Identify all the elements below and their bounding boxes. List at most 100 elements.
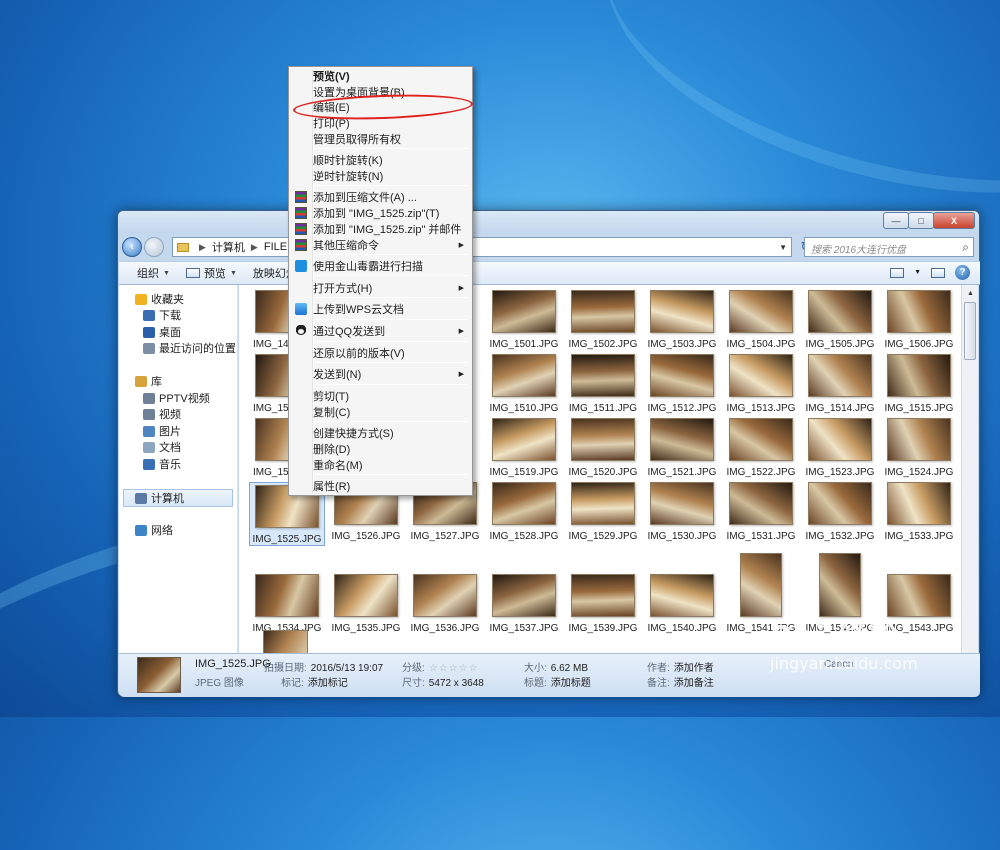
context-menu-item[interactable]: 预览(V) — [291, 68, 470, 84]
organize-button[interactable]: 组织 ▼ — [137, 265, 170, 281]
context-menu-item[interactable]: 上传到WPS云文档 — [291, 301, 470, 317]
details-author[interactable]: 添加作者 — [674, 663, 714, 674]
file-thumbnail[interactable]: IMG_1543.JPG — [881, 553, 957, 634]
file-thumbnail[interactable]: IMG_1511.JPG — [565, 354, 641, 414]
context-menu-label: 顺时针旋转(K) — [313, 155, 383, 167]
context-menu-item[interactable]: 重命名(M) — [291, 457, 470, 473]
file-thumbnail[interactable]: IMG_1542.JPG — [802, 553, 878, 634]
details-title[interactable]: 添加标题 — [551, 678, 591, 689]
breadcrumb-computer[interactable]: 计算机 — [212, 239, 245, 255]
file-thumbnail[interactable]: IMG_1529.JPG — [565, 482, 641, 542]
details-title-label: 标题: — [524, 678, 547, 689]
context-menu-item[interactable]: 创建快捷方式(S) — [291, 425, 470, 441]
search-input[interactable]: 搜索 2016大连行优盘 ⌕ — [804, 237, 974, 257]
file-thumbnail[interactable]: IMG_1534.JPG — [249, 553, 325, 634]
chevron-right-icon[interactable]: ▶ — [251, 242, 258, 253]
file-thumbnail[interactable]: IMG_1533.JPG — [881, 482, 957, 542]
address-bar[interactable]: ▶ 计算机 ▶ FILEBAK ( ▼ — [172, 237, 792, 257]
file-thumbnail[interactable]: IMG_1535.JPG — [328, 553, 404, 634]
nav-item[interactable]: 桌面 — [143, 324, 181, 340]
context-menu-label: 其他压缩命令 — [313, 240, 379, 252]
context-menu-item[interactable]: 使用金山毒霸进行扫描 — [291, 258, 470, 274]
context-menu-item[interactable]: 添加到压缩文件(A) ... — [291, 189, 470, 205]
file-thumbnail[interactable]: IMG_1539.JPG — [565, 553, 641, 634]
nav-item[interactable]: 文档 — [143, 439, 181, 455]
maximize-button[interactable]: □ — [908, 212, 934, 229]
back-arrow-icon[interactable]: ‹ — [122, 237, 142, 257]
context-menu-item[interactable]: 属性(R) — [291, 478, 470, 494]
file-thumbnail[interactable]: IMG_1536.JPG — [407, 553, 483, 634]
nav-item[interactable]: PPTV视频 — [143, 390, 210, 406]
scroll-up-icon[interactable]: ▲ — [963, 286, 978, 301]
file-thumbnail[interactable]: IMG_1515.JPG — [881, 354, 957, 414]
context-menu-item[interactable]: 发送到(N) ▶ — [291, 366, 470, 382]
scrollbar-thumb[interactable] — [964, 302, 976, 360]
file-thumbnail[interactable]: IMG_1512.JPG — [644, 354, 720, 414]
details-tags[interactable]: 添加标记 — [308, 678, 348, 689]
nav-item[interactable]: 收藏夹 — [135, 291, 184, 307]
file-thumbnail[interactable]: IMG_1505.JPG — [802, 290, 878, 350]
file-thumbnail[interactable]: IMG_1502.JPG — [565, 290, 641, 350]
context-menu-item[interactable]: 添加到 "IMG_1525.zip"(T) — [291, 205, 470, 221]
context-menu-item[interactable]: 管理员取得所有权 — [291, 131, 470, 147]
chevron-down-icon[interactable]: ▼ — [914, 269, 921, 276]
context-menu-item[interactable]: 通过QQ发送到 ▶ — [291, 323, 470, 339]
context-menu-item[interactable]: 打开方式(H) ▶ — [291, 280, 470, 296]
details-comment[interactable]: 添加备注 — [674, 678, 714, 689]
chevron-right-icon[interactable]: ▶ — [199, 242, 206, 253]
details-dimensions: 5472 x 3648 — [428, 678, 484, 689]
vertical-scrollbar[interactable]: ▲ — [961, 285, 978, 653]
file-thumbnail[interactable]: IMG_1532.JPG — [802, 482, 878, 542]
file-thumbnail[interactable]: IMG_1530.JPG — [644, 482, 720, 542]
context-menu-label: 上传到WPS云文档 — [313, 304, 405, 316]
file-thumbnail[interactable]: IMG_1522.JPG — [723, 418, 799, 478]
photo-thumbnail[interactable] — [263, 630, 308, 653]
nav-item[interactable]: 图片 — [143, 423, 181, 439]
help-icon[interactable]: ? — [955, 265, 970, 280]
file-thumbnail[interactable]: IMG_1537.JPG — [486, 553, 562, 634]
rating-stars-icon[interactable]: ☆☆☆☆☆ — [429, 663, 479, 674]
context-menu-item[interactable]: 添加到 "IMG_1525.zip" 并邮件 — [291, 221, 470, 237]
context-menu-item[interactable]: 复制(C) — [291, 404, 470, 420]
file-thumbnail[interactable]: IMG_1510.JPG — [486, 354, 562, 414]
winrar-icon — [295, 223, 307, 235]
nav-item[interactable]: 计算机 — [123, 489, 233, 507]
nav-item[interactable]: 音乐 — [143, 456, 181, 472]
chevron-down-icon[interactable]: ▼ — [779, 243, 787, 252]
file-thumbnail[interactable]: IMG_1503.JPG — [644, 290, 720, 350]
file-thumbnail[interactable]: IMG_1531.JPG — [723, 482, 799, 542]
search-icon[interactable]: ⌕ — [962, 240, 969, 255]
context-menu-item[interactable]: 顺时针旋转(K) — [291, 152, 470, 168]
context-menu-item[interactable]: 还原以前的版本(V) — [291, 345, 470, 361]
file-name: IMG_1531.JPG — [726, 531, 796, 542]
close-button[interactable]: X — [933, 212, 975, 229]
file-thumbnail[interactable]: IMG_1519.JPG — [486, 418, 562, 478]
file-thumbnail[interactable]: IMG_1501.JPG — [486, 290, 562, 350]
preview-pane-icon[interactable] — [931, 267, 945, 278]
file-thumbnail[interactable]: IMG_1520.JPG — [565, 418, 641, 478]
file-thumbnail[interactable]: IMG_1528.JPG — [486, 482, 562, 542]
context-menu-item[interactable]: 剪切(T) — [291, 388, 470, 404]
nav-item[interactable]: 网络 — [135, 522, 173, 538]
preview-button[interactable]: 预览 ▼ — [185, 265, 237, 281]
forward-arrow-icon[interactable]: › — [144, 237, 164, 257]
file-thumbnail[interactable]: IMG_1506.JPG — [881, 290, 957, 350]
nav-item[interactable]: 最近访问的位置 — [143, 340, 236, 356]
file-thumbnail[interactable]: IMG_1513.JPG — [723, 354, 799, 414]
file-thumbnail[interactable]: IMG_1540.JPG — [644, 553, 720, 634]
file-thumbnail[interactable]: IMG_1514.JPG — [802, 354, 878, 414]
nav-item[interactable]: 下载 — [143, 307, 181, 323]
minimize-button[interactable]: — — [883, 212, 909, 229]
file-thumbnail[interactable]: IMG_1504.JPG — [723, 290, 799, 350]
nav-item[interactable]: 库 — [135, 373, 162, 389]
context-menu-item[interactable]: 逆时针旋转(N) — [291, 168, 470, 184]
context-menu-item[interactable]: 其他压缩命令 ▶ — [291, 237, 470, 253]
nav-item[interactable]: 视频 — [143, 406, 181, 422]
context-menu-item[interactable]: 删除(D) — [291, 441, 470, 457]
details-filename: IMG_1525.JPG — [195, 658, 271, 670]
change-view-icon[interactable] — [890, 267, 905, 278]
file-thumbnail[interactable]: IMG_1523.JPG — [802, 418, 878, 478]
file-thumbnail[interactable]: IMG_1524.JPG — [881, 418, 957, 478]
file-thumbnail[interactable]: IMG_1541.JPG — [723, 553, 799, 634]
file-thumbnail[interactable]: IMG_1521.JPG — [644, 418, 720, 478]
